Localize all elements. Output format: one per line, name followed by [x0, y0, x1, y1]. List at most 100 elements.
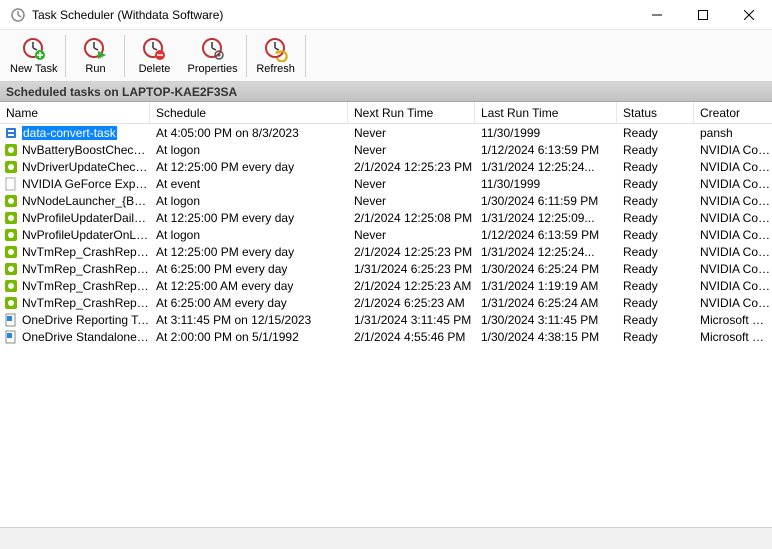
minimize-button[interactable]	[634, 0, 680, 29]
task-next: Never	[348, 194, 475, 208]
task-schedule: At 6:25:00 AM every day	[150, 296, 348, 310]
clock-delete-icon	[141, 36, 167, 62]
delete-button[interactable]: Delete	[127, 34, 181, 77]
task-last: 1/30/2024 3:11:45 PM	[475, 313, 617, 327]
task-name: OneDrive Standalone U...	[22, 330, 150, 344]
task-icon	[4, 194, 18, 208]
toolbar-label: Run	[85, 63, 105, 75]
task-schedule: At logon	[150, 143, 348, 157]
column-header-last[interactable]: Last Run Time	[475, 102, 617, 123]
task-status: Ready	[617, 177, 694, 191]
toolbar-separator	[246, 35, 247, 77]
task-status: Ready	[617, 245, 694, 259]
task-last: 1/31/2024 1:19:19 AM	[475, 279, 617, 293]
task-last: 1/31/2024 6:25:24 AM	[475, 296, 617, 310]
task-icon	[4, 143, 18, 157]
column-header-schedule[interactable]: Schedule	[150, 102, 348, 123]
table-row[interactable]: NVIDIA GeForce Experi...At eventNever11/…	[0, 175, 772, 192]
task-last: 11/30/1999	[475, 177, 617, 191]
toolbar-label: New Task	[10, 63, 57, 75]
properties-button[interactable]: Properties	[181, 34, 243, 77]
column-header-status[interactable]: Status	[617, 102, 694, 123]
task-creator: Microsoft Cor...	[694, 313, 772, 327]
task-name: data-convert-task	[22, 126, 117, 140]
task-next: Never	[348, 126, 475, 140]
task-schedule: At 12:25:00 AM every day	[150, 279, 348, 293]
task-name: NvDriverUpdateCheckD...	[22, 160, 150, 174]
banner-text: Scheduled tasks on LAPTOP-KAE2F3SA	[6, 85, 237, 99]
toolbar-separator	[65, 35, 66, 77]
task-icon	[4, 126, 18, 140]
task-creator: pansh	[694, 126, 772, 140]
task-name: NvProfileUpdaterOnLog...	[22, 228, 150, 242]
task-name: NvBatteryBoostCheckO...	[22, 143, 150, 157]
column-header-creator[interactable]: Creator	[694, 102, 772, 123]
task-schedule: At event	[150, 177, 348, 191]
new-task-button[interactable]: New Task	[4, 34, 63, 77]
task-last: 1/30/2024 6:11:59 PM	[475, 194, 617, 208]
table-row[interactable]: NvTmRep_CrashReport...At 12:25:00 PM eve…	[0, 243, 772, 260]
clock-play-icon	[82, 36, 108, 62]
task-last: 1/30/2024 6:25:24 PM	[475, 262, 617, 276]
close-button[interactable]	[726, 0, 772, 29]
task-name: NVIDIA GeForce Experi...	[22, 177, 150, 191]
task-next: 2/1/2024 6:25:23 AM	[348, 296, 475, 310]
run-button[interactable]: Run	[68, 34, 122, 77]
task-status: Ready	[617, 211, 694, 225]
table-row[interactable]: NvDriverUpdateCheckD...At 12:25:00 PM ev…	[0, 158, 772, 175]
maximize-button[interactable]	[680, 0, 726, 29]
task-next: Never	[348, 177, 475, 191]
toolbar-label: Refresh	[256, 63, 295, 75]
table-row[interactable]: NvTmRep_CrashReport...At 6:25:00 AM ever…	[0, 294, 772, 311]
table-row[interactable]: NvProfileUpdaterOnLog...At logonNever1/1…	[0, 226, 772, 243]
task-status: Ready	[617, 160, 694, 174]
statusbar	[0, 527, 772, 549]
task-schedule: At 12:25:00 PM every day	[150, 211, 348, 225]
table-row[interactable]: NvProfileUpdaterDaily_...At 12:25:00 PM …	[0, 209, 772, 226]
task-icon	[4, 160, 18, 174]
task-schedule: At 6:25:00 PM every day	[150, 262, 348, 276]
task-next: 2/1/2024 12:25:23 AM	[348, 279, 475, 293]
task-schedule: At 12:25:00 PM every day	[150, 160, 348, 174]
task-icon	[4, 245, 18, 259]
task-status: Ready	[617, 279, 694, 293]
column-header-name[interactable]: Name	[0, 102, 150, 123]
task-status: Ready	[617, 126, 694, 140]
table-row[interactable]: NvBatteryBoostCheckO...At logonNever1/12…	[0, 141, 772, 158]
table-row[interactable]: NvTmRep_CrashReport...At 6:25:00 PM ever…	[0, 260, 772, 277]
task-icon	[4, 228, 18, 242]
task-last: 1/12/2024 6:13:59 PM	[475, 143, 617, 157]
refresh-button[interactable]: Refresh	[249, 34, 303, 77]
table-row[interactable]: NvNodeLauncher_{B2F...At logonNever1/30/…	[0, 192, 772, 209]
table-body[interactable]: data-convert-taskAt 4:05:00 PM on 8/3/20…	[0, 124, 772, 527]
task-name: OneDrive Reporting Ta...	[22, 313, 150, 327]
toolbar-label: Delete	[139, 63, 171, 75]
task-next: 1/31/2024 6:25:23 PM	[348, 262, 475, 276]
task-creator: NVIDIA Corp...	[694, 296, 772, 310]
task-schedule: At logon	[150, 228, 348, 242]
task-next: 1/31/2024 3:11:45 PM	[348, 313, 475, 327]
task-schedule: At 2:00:00 PM on 5/1/1992	[150, 330, 348, 344]
task-status: Ready	[617, 194, 694, 208]
column-header-next[interactable]: Next Run Time	[348, 102, 475, 123]
task-name: NvNodeLauncher_{B2F...	[22, 194, 150, 208]
task-creator: NVIDIA Corp...	[694, 177, 772, 191]
task-status: Ready	[617, 143, 694, 157]
table-row[interactable]: NvTmRep_CrashReport...At 12:25:00 AM eve…	[0, 277, 772, 294]
table-row[interactable]: OneDrive Standalone U...At 2:00:00 PM on…	[0, 328, 772, 345]
table-row[interactable]: data-convert-taskAt 4:05:00 PM on 8/3/20…	[0, 124, 772, 141]
task-next: 2/1/2024 4:55:46 PM	[348, 330, 475, 344]
task-schedule: At logon	[150, 194, 348, 208]
clock-refresh-icon	[263, 36, 289, 62]
toolbar-label: Properties	[187, 63, 237, 75]
task-next: Never	[348, 228, 475, 242]
window-controls	[634, 0, 772, 29]
table-row[interactable]: OneDrive Reporting Ta...At 3:11:45 PM on…	[0, 311, 772, 328]
banner: Scheduled tasks on LAPTOP-KAE2F3SA	[0, 82, 772, 102]
task-icon	[4, 262, 18, 276]
task-creator: NVIDIA Corp...	[694, 143, 772, 157]
task-creator: Microsoft Cor...	[694, 330, 772, 344]
titlebar: Task Scheduler (Withdata Software)	[0, 0, 772, 30]
toolbar: New Task Run Delete Properties Refresh	[0, 30, 772, 82]
task-last: 1/31/2024 12:25:09...	[475, 211, 617, 225]
